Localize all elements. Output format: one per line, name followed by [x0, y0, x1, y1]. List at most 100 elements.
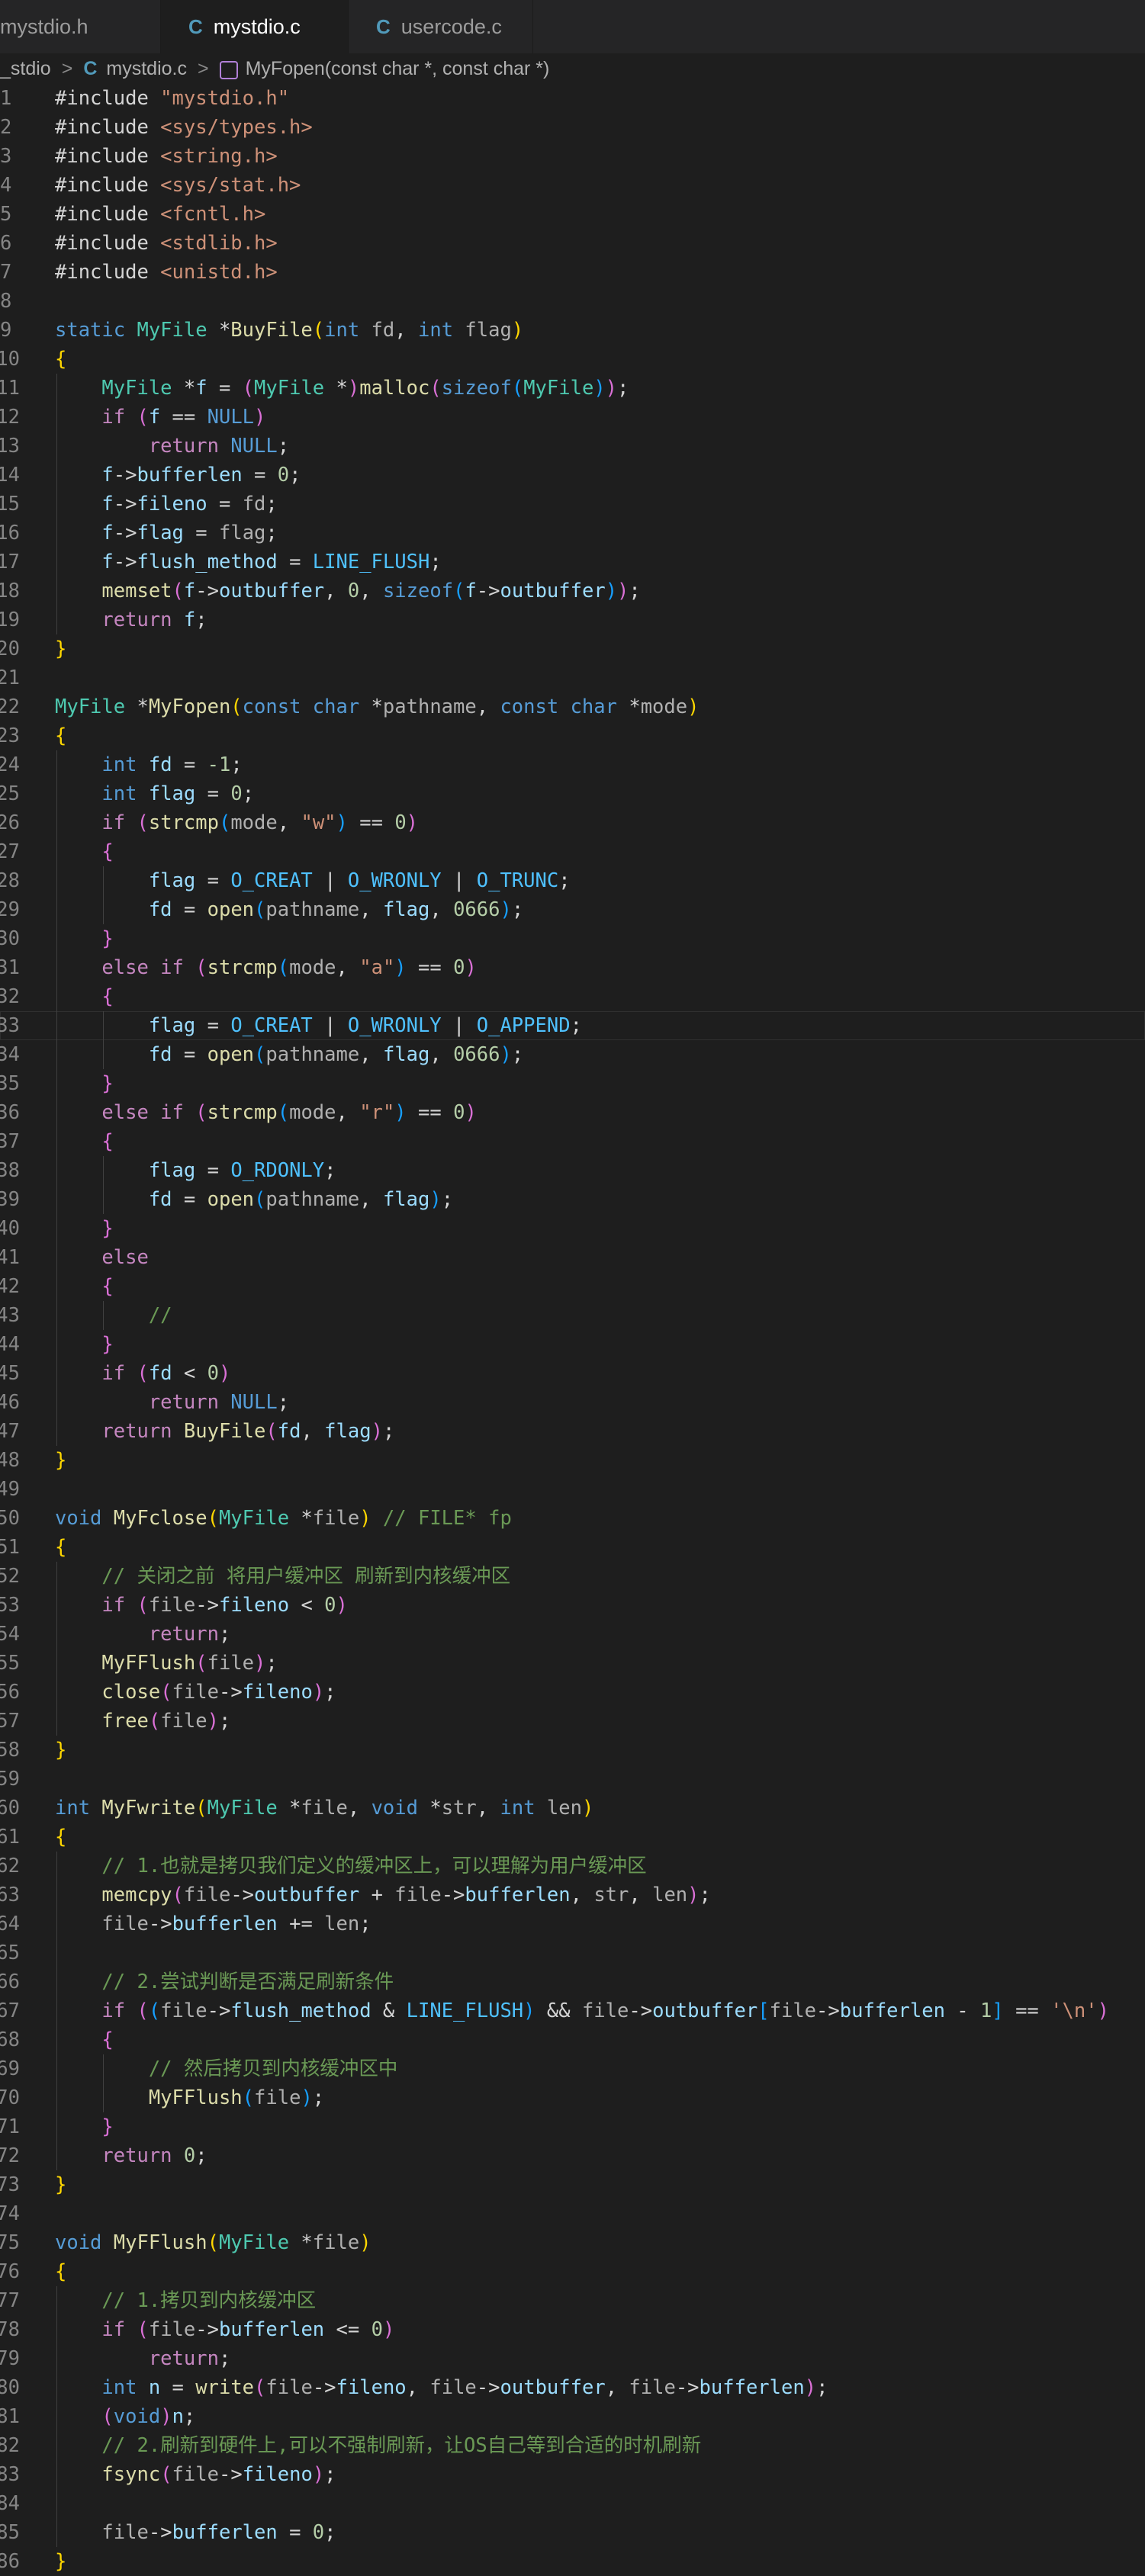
code-line[interactable]: 79 return;	[0, 2344, 1145, 2373]
code-line[interactable]: 38 flag = O_RDONLY;	[0, 1156, 1145, 1185]
code-line[interactable]: 45 if (fd < 0)	[0, 1359, 1145, 1388]
code-line[interactable]: 8	[0, 287, 1145, 316]
code-line[interactable]: 53 if (file->fileno < 0)	[0, 1591, 1145, 1620]
code-line[interactable]: 48}	[0, 1446, 1145, 1475]
code-line[interactable]: 5 #include <fcntl.h>	[0, 200, 1145, 229]
code-line[interactable]: 62 // 1.也就是拷贝我们定义的缓冲区上，可以理解为用户缓冲区	[0, 1852, 1145, 1881]
code-line[interactable]: 80 int n = write(file->fileno, file->out…	[0, 2373, 1145, 2402]
code-line[interactable]: 55 MyFFlush(file);	[0, 1649, 1145, 1678]
code-line[interactable]: 27 {	[0, 837, 1145, 866]
code-line[interactable]: 23 {	[0, 721, 1145, 750]
code-line[interactable]: 40 }	[0, 1214, 1145, 1243]
code-line[interactable]: 58}	[0, 1736, 1145, 1765]
code-line[interactable]: 61 {	[0, 1823, 1145, 1852]
code-line[interactable]: 3 #include <string.h>	[0, 142, 1145, 171]
code-line[interactable]: 66 // 2.尝试判断是否满足刷新条件	[0, 1967, 1145, 1996]
code-line[interactable]: 7 #include <unistd.h>	[0, 258, 1145, 287]
code-line[interactable]: 84	[0, 2489, 1145, 2518]
code-line[interactable]: 34 fd = open(pathname, flag, 0666);	[0, 1040, 1145, 1069]
code-line[interactable]: 4 #include <sys/stat.h>	[0, 171, 1145, 200]
code-line[interactable]: 51 {	[0, 1533, 1145, 1562]
code-line[interactable]: 54 return;	[0, 1620, 1145, 1649]
code-line[interactable]: 49	[0, 1475, 1145, 1504]
code-line[interactable]: 69 // 然后拷贝到内核缓冲区中	[0, 2054, 1145, 2083]
code-token: ->	[816, 1999, 840, 2022]
code-line[interactable]: 30 }	[0, 924, 1145, 953]
code-line[interactable]: 9 static MyFile *BuyFile(int fd, int flag…	[0, 316, 1145, 345]
code-line[interactable]: 52 // 关闭之前 将用户缓冲区 刷新到内核缓冲区	[0, 1562, 1145, 1591]
code-token: )	[301, 2086, 313, 2109]
code-line[interactable]: 6 #include <stdlib.h>	[0, 229, 1145, 258]
code-line[interactable]: 86}	[0, 2547, 1145, 2576]
code-token: int	[324, 319, 371, 342]
code-line[interactable]: 57 free(file);	[0, 1707, 1145, 1736]
code-line[interactable]: 77 // 1.拷贝到内核缓冲区	[0, 2286, 1145, 2315]
tab-mystdio-c[interactable]: C mystdio.c	[161, 0, 349, 53]
code-line[interactable]: 72 return 0;	[0, 2141, 1145, 2170]
code-line[interactable]: 28 flag = O_CREAT | O_WRONLY | O_TRUNC;	[0, 866, 1145, 895]
code-line[interactable]: 15 f->fileno = fd;	[0, 490, 1145, 519]
code-line[interactable]: 26 if (strcmp(mode, "w") == 0)	[0, 808, 1145, 837]
code-line[interactable]: 70 MyFFlush(file);	[0, 2083, 1145, 2112]
code-line[interactable]: 35 }	[0, 1069, 1145, 1098]
tab-usercode-c[interactable]: C usercode.c	[349, 0, 533, 53]
code-line[interactable]: 1 #include "mystdio.h"	[0, 84, 1145, 113]
code-line[interactable]: 32 {	[0, 982, 1145, 1011]
code-line[interactable]: 11 MyFile *f = (MyFile *)malloc(sizeof(M…	[0, 374, 1145, 403]
code-line[interactable]: 65	[0, 1938, 1145, 1967]
line-number: 40	[0, 1217, 20, 1240]
code-line[interactable]: 67 if ((file->flush_method & LINE_FLUSH)…	[0, 1996, 1145, 2025]
code-line[interactable]: 22 MyFile *MyFopen(const char *pathname, …	[0, 692, 1145, 721]
code-line[interactable]: 31 else if (strcmp(mode, "a") == 0)	[0, 953, 1145, 982]
code-line[interactable]: 60 int MyFwrite(MyFile *file, void *str, …	[0, 1794, 1145, 1823]
code-line[interactable]: 71 }	[0, 2112, 1145, 2141]
code-line[interactable]: 82 // 2.刷新到硬件上,可以不强制刷新，让OS自己等到合适的时机刷新	[0, 2431, 1145, 2460]
line-number: 74	[0, 2202, 20, 2225]
code-line[interactable]: 13 return NULL;	[0, 432, 1145, 461]
code-line[interactable]: 43 //	[0, 1301, 1145, 1330]
code-line[interactable]: 16 f->flag = flag;	[0, 519, 1145, 548]
code-line[interactable]: 81 (void)n;	[0, 2402, 1145, 2431]
code-line[interactable]: 24 int fd = -1;	[0, 750, 1145, 779]
breadcrumb-symbol[interactable]: MyFopen(const char *, const char *)	[246, 58, 550, 80]
breadcrumb-folder[interactable]: _stdio	[0, 58, 51, 80]
code-line[interactable]: 78 if (file->bufferlen <= 0)	[0, 2315, 1145, 2344]
code-line[interactable]: 10 {	[0, 345, 1145, 374]
breadcrumb-file[interactable]: mystdio.c	[106, 58, 187, 80]
code-line[interactable]: 76 {	[0, 2257, 1145, 2286]
code-line[interactable]: 42 {	[0, 1272, 1145, 1301]
code-line[interactable]: 20}	[0, 634, 1145, 663]
code-line[interactable]: 25 int flag = 0;	[0, 779, 1145, 808]
code-line[interactable]: 74	[0, 2199, 1145, 2228]
code-line[interactable]: 21	[0, 663, 1145, 692]
code-line[interactable]: 59	[0, 1765, 1145, 1794]
code-line[interactable]: 68 {	[0, 2025, 1145, 2054]
code-line[interactable]: 50 void MyFclose(MyFile *file) // FILE* f…	[0, 1504, 1145, 1533]
tab-mystdio-h[interactable]: mystdio.h	[0, 0, 161, 53]
code-line[interactable]: 18 memset(f->outbuffer, 0, sizeof(f->out…	[0, 577, 1145, 605]
code-line[interactable]: 47 return BuyFile(fd, flag);	[0, 1417, 1145, 1446]
code-line[interactable]: 36 else if (strcmp(mode, "r") == 0)	[0, 1098, 1145, 1127]
code-line[interactable]: 17 f->flush_method = LINE_FLUSH;	[0, 548, 1145, 577]
code-line[interactable]: 64 file->bufferlen += len;	[0, 1910, 1145, 1938]
code-line[interactable]: 33 flag = O_CREAT | O_WRONLY | O_APPEND;	[0, 1011, 1145, 1040]
code-line[interactable]: 56 close(file->fileno);	[0, 1678, 1145, 1707]
code-line[interactable]: 39 fd = open(pathname, flag);	[0, 1185, 1145, 1214]
code-line[interactable]: 14 f->bufferlen = 0;	[0, 461, 1145, 490]
code-line[interactable]: 12 if (f == NULL)	[0, 403, 1145, 432]
code-line[interactable]: 29 fd = open(pathname, flag, 0666);	[0, 895, 1145, 924]
code-line[interactable]: 63 memcpy(file->outbuffer + file->buffer…	[0, 1881, 1145, 1910]
code-editor[interactable]: 1 #include "mystdio.h" 2 #include <sys/type…	[0, 84, 1145, 2576]
code-line[interactable]: 2 #include <sys/types.h>	[0, 113, 1145, 142]
code-line[interactable]: 85 file->bufferlen = 0;	[0, 2518, 1145, 2547]
code-line[interactable]: 37 {	[0, 1127, 1145, 1156]
code-line[interactable]: 46 return NULL;	[0, 1388, 1145, 1417]
code-line[interactable]: 41 else	[0, 1243, 1145, 1272]
code-line[interactable]: 19 return f;	[0, 605, 1145, 634]
code-line[interactable]: 75 void MyFFlush(MyFile *file)	[0, 2228, 1145, 2257]
code-line[interactable]: 73}	[0, 2170, 1145, 2199]
code-line[interactable]: 83 fsync(file->fileno);	[0, 2460, 1145, 2489]
code-line[interactable]: 44 }	[0, 1330, 1145, 1359]
